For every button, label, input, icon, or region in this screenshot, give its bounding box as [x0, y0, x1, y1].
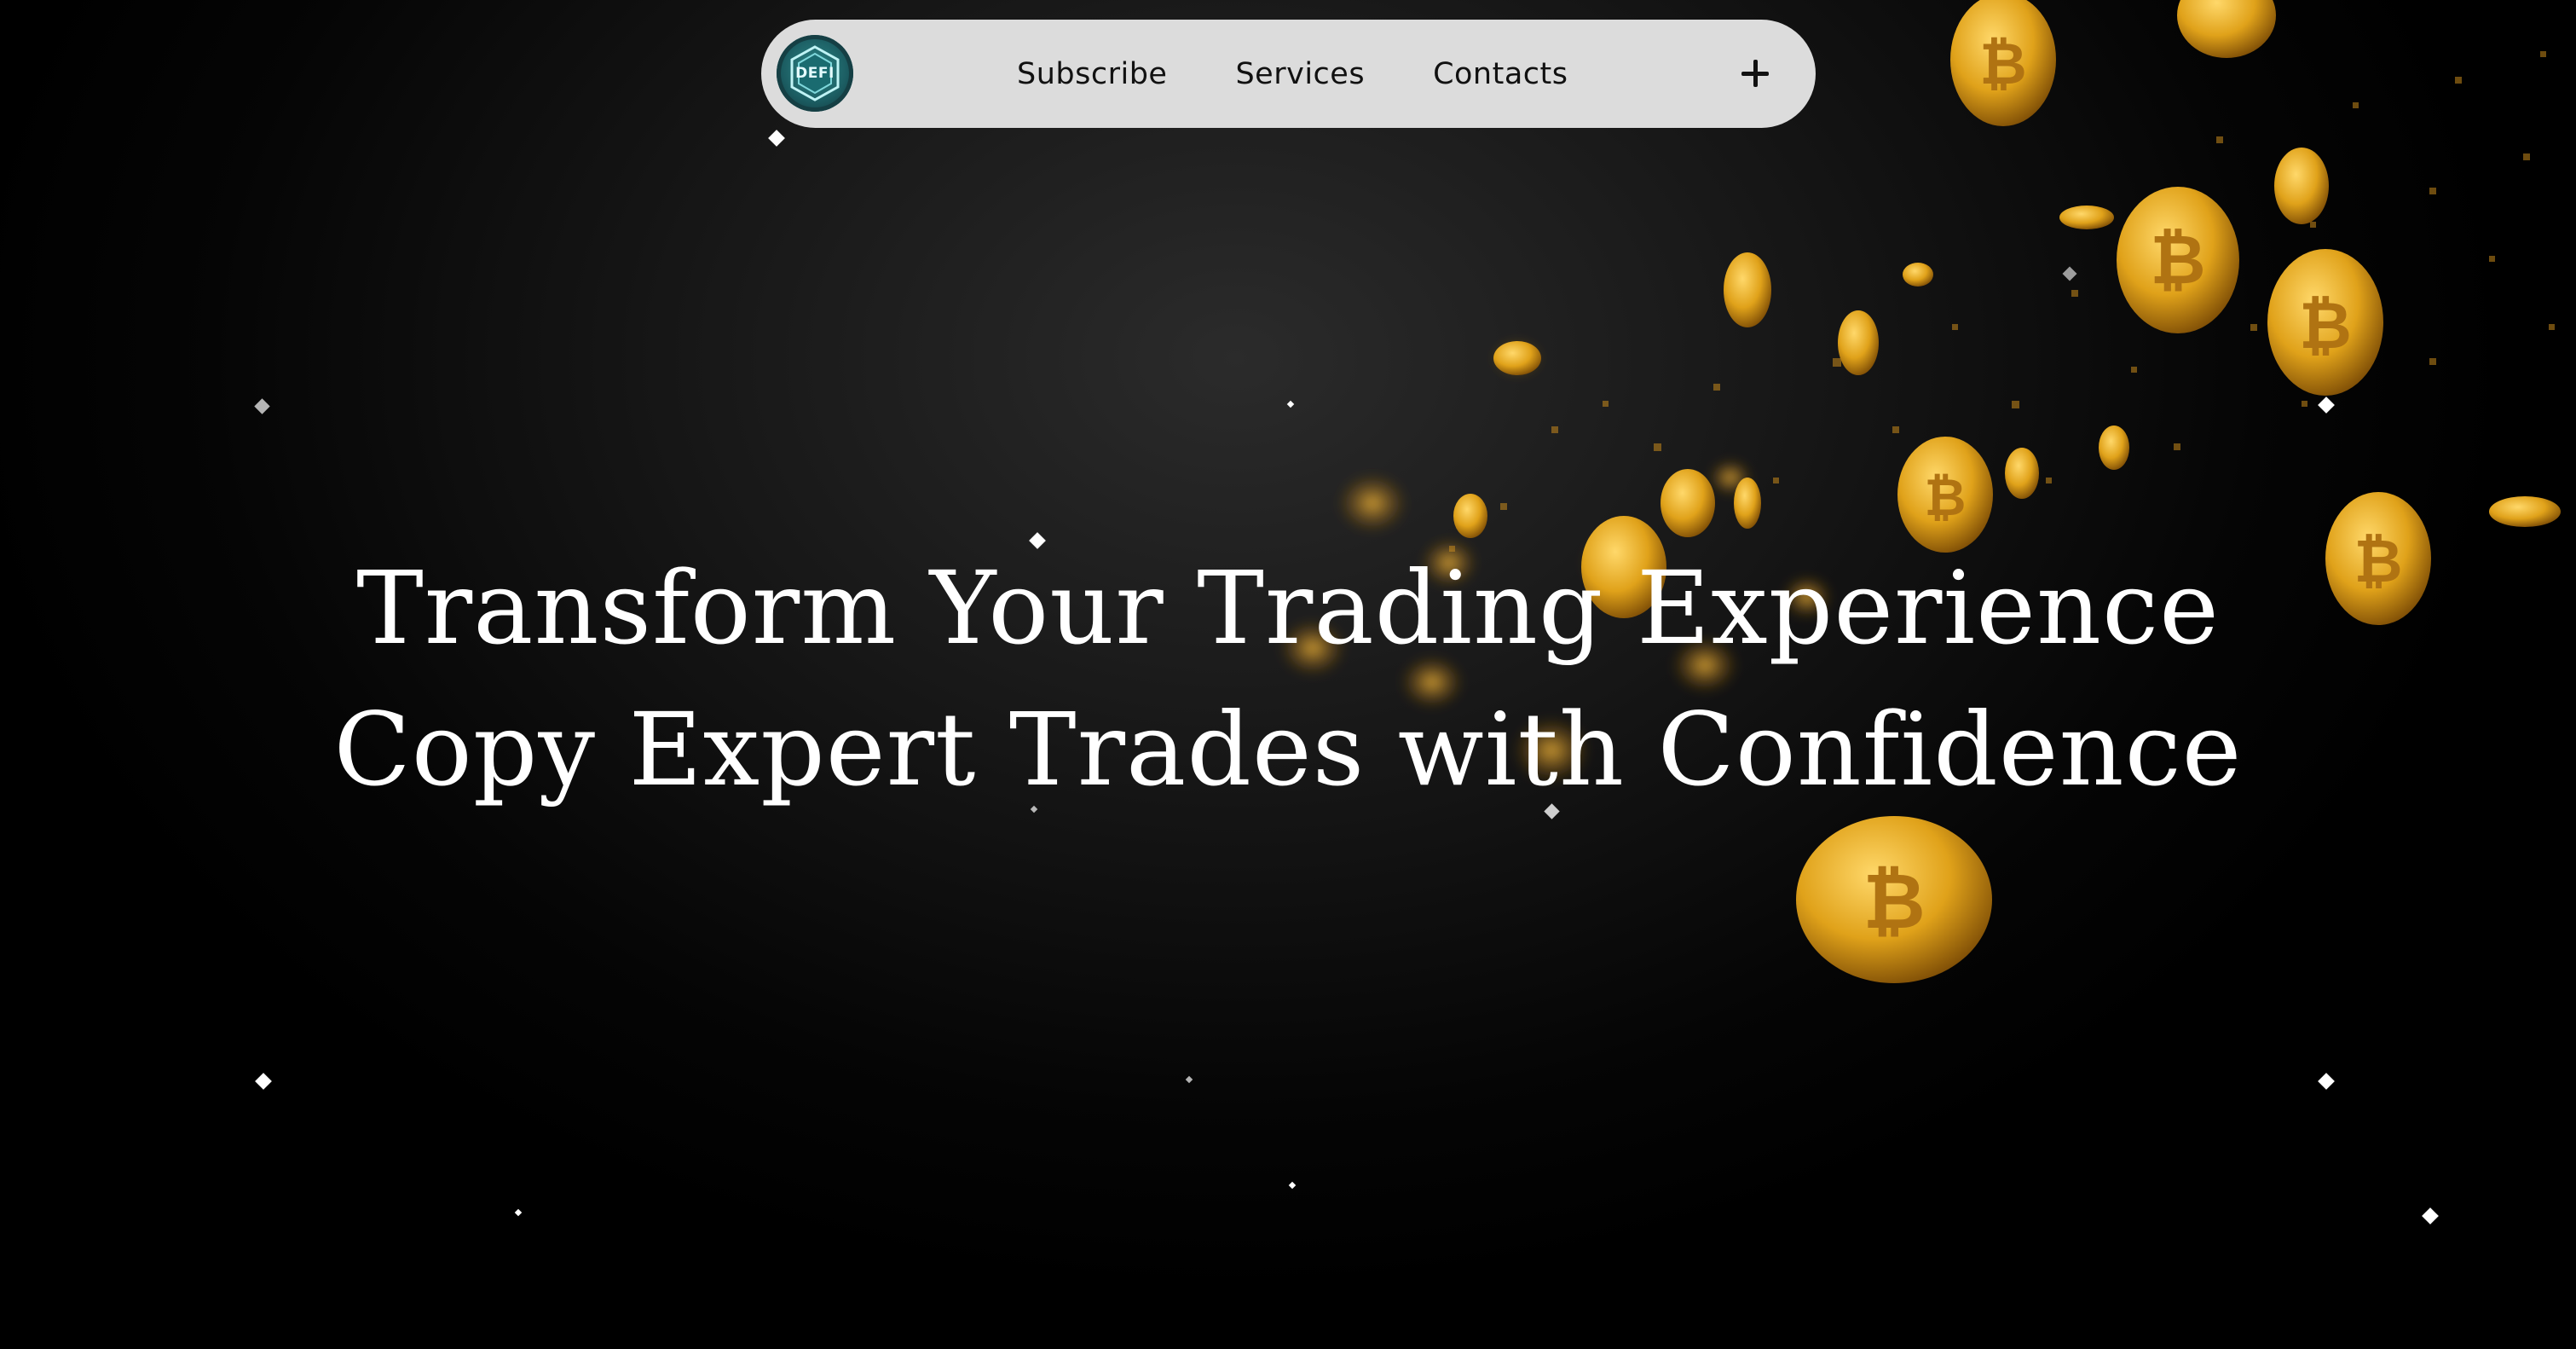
plus-icon[interactable] — [1734, 52, 1776, 95]
nav-link-contacts[interactable]: Contacts — [1433, 57, 1568, 91]
nav-links: Subscribe Services Contacts — [1017, 20, 1636, 128]
landing-page: ₿ ₿ ₿ ₿ ₿ ₿ DEFI Subscribe Services Cont… — [0, 0, 2576, 1349]
svg-text:₿: ₿ — [1925, 468, 1967, 528]
svg-text:₿: ₿ — [2150, 220, 2205, 299]
hero-headline-line-2: Copy Expert Trades with Confidence — [333, 691, 2243, 808]
nav-link-services[interactable]: Services — [1235, 57, 1365, 91]
hero-headline-line-1: Transform Your Trading Experience — [356, 549, 2220, 667]
top-navigation-bar: DEFI Subscribe Services Contacts — [761, 20, 1816, 128]
svg-text:₿: ₿ — [1979, 31, 2026, 98]
svg-text:₿: ₿ — [1863, 857, 1925, 947]
hero-headline: Transform Your Trading Experience Copy E… — [0, 537, 2576, 820]
svg-text:₿: ₿ — [2299, 287, 2352, 363]
logo-text: DEFI — [795, 65, 835, 82]
nav-link-subscribe[interactable]: Subscribe — [1017, 57, 1167, 91]
defi-logo[interactable]: DEFI — [777, 35, 853, 112]
